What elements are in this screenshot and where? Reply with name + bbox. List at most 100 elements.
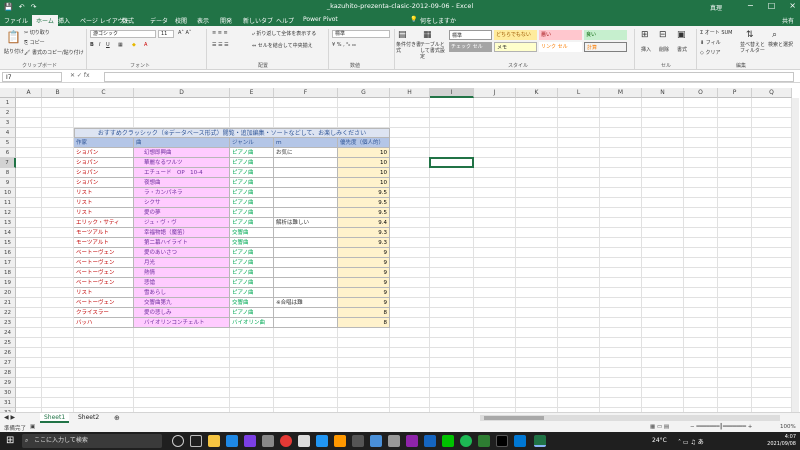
cell-genre[interactable]: 交響曲 — [230, 238, 274, 248]
ribbon-tab[interactable]: 数式 — [122, 16, 134, 25]
row-header[interactable]: 1 — [0, 98, 16, 108]
underline-button[interactable]: U — [106, 42, 110, 48]
cell-piece[interactable]: 幸福物語（魔笛） — [134, 228, 230, 238]
cell-composer[interactable]: クライスラー — [74, 308, 134, 318]
cell-memo[interactable] — [274, 208, 338, 218]
row-header[interactable]: 4 — [0, 128, 16, 138]
style-bad[interactable]: 悪い — [539, 30, 582, 40]
copy-button[interactable]: ⎘ コピー — [24, 39, 45, 46]
cell-piece[interactable]: 悲愴 — [134, 278, 230, 288]
cell-genre[interactable]: ピアノ曲 — [230, 288, 274, 298]
delete-cells-icon[interactable]: ⊟ — [659, 30, 667, 40]
fill-color-icon[interactable]: ◆ — [132, 42, 136, 48]
insert-cells-icon[interactable]: ⊞ — [641, 30, 649, 40]
view-buttons[interactable]: ▦ ▭ ▤ — [650, 424, 669, 430]
cell-genre[interactable]: ピアノ曲 — [230, 188, 274, 198]
cell-priority[interactable]: 9.3 — [338, 228, 390, 238]
paste-icon[interactable]: 📋 — [6, 30, 21, 44]
minimize-icon[interactable]: − — [747, 1, 754, 10]
cell-composer[interactable]: リスト — [74, 198, 134, 208]
row-header[interactable]: 10 — [0, 188, 16, 198]
cell-genre[interactable]: 交響曲 — [230, 298, 274, 308]
column-header[interactable]: G — [338, 88, 390, 98]
sheet-nav-arrows[interactable]: ◀ ▶ — [4, 414, 15, 421]
ribbon-tab[interactable]: 表示 — [197, 16, 209, 25]
spotify-icon[interactable] — [460, 435, 472, 447]
cell-piece[interactable]: 熱情 — [134, 268, 230, 278]
cell-priority[interactable]: 9 — [338, 248, 390, 258]
cell-piece[interactable]: 愛の悲しみ — [134, 308, 230, 318]
cell-piece[interactable]: 愛の夢 — [134, 208, 230, 218]
find-select-button[interactable]: 検索と選択 — [768, 42, 794, 48]
macro-record-icon[interactable]: ▣ — [30, 424, 35, 430]
cell-composer[interactable]: ベートーヴェン — [74, 298, 134, 308]
cell-piece[interactable]: 華麗なるワルツ — [134, 158, 230, 168]
app-icon[interactable] — [424, 435, 436, 447]
cell-composer[interactable]: モーツアルト — [74, 238, 134, 248]
zoom-app-icon[interactable] — [316, 435, 328, 447]
tell-me-search[interactable]: 何をしますか — [420, 16, 456, 25]
italic-button[interactable]: I — [99, 42, 100, 48]
ribbon-tab[interactable]: 新しいタブ — [243, 16, 273, 25]
column-header[interactable]: N — [642, 88, 684, 98]
cell-memo[interactable] — [274, 188, 338, 198]
row-header[interactable]: 25 — [0, 338, 16, 348]
row-header[interactable]: 18 — [0, 268, 16, 278]
style-normal[interactable]: 標準 — [449, 30, 492, 40]
cell-memo[interactable]: お気に — [274, 148, 338, 158]
fx-icon[interactable]: ✕ ✓ fx — [70, 72, 90, 79]
cell-priority[interactable]: 8 — [338, 318, 390, 328]
cell-memo[interactable]: ※合唱は難 — [274, 298, 338, 308]
row-header[interactable]: 6 — [0, 148, 16, 158]
cell-memo[interactable] — [274, 278, 338, 288]
row-header[interactable]: 27 — [0, 358, 16, 368]
column-header[interactable]: A — [16, 88, 42, 98]
number-format-select[interactable]: 標準 — [332, 30, 390, 38]
ribbon-tab[interactable]: 挿入 — [58, 16, 70, 25]
cell-priority[interactable]: 10 — [338, 148, 390, 158]
cell-priority[interactable]: 9.5 — [338, 198, 390, 208]
cell-composer[interactable]: ショパン — [74, 158, 134, 168]
cell-piece[interactable]: ジュ・ヴ・ヴ — [134, 218, 230, 228]
find-select-icon[interactable]: ⌕ — [772, 30, 777, 40]
chrome-icon[interactable] — [280, 435, 292, 447]
border-icon[interactable]: ▦ — [118, 42, 123, 48]
vertical-scrollbar[interactable] — [792, 98, 799, 412]
windows-start-icon[interactable]: ⊞ — [6, 435, 14, 446]
cell-composer[interactable]: リスト — [74, 208, 134, 218]
cell-memo[interactable] — [274, 228, 338, 238]
cell-priority[interactable]: 10 — [338, 168, 390, 178]
column-header[interactable]: D — [134, 88, 230, 98]
font-name-select[interactable]: 游ゴシック — [90, 30, 156, 38]
app-icon[interactable] — [406, 435, 418, 447]
cell-priority[interactable]: 9 — [338, 298, 390, 308]
row-header[interactable]: 16 — [0, 248, 16, 258]
ribbon-tab[interactable]: Power Pivot — [303, 16, 338, 23]
cell-priority[interactable]: 10 — [338, 178, 390, 188]
cell-piece[interactable]: バイオリンコンチェルト — [134, 318, 230, 328]
column-header[interactable]: F — [274, 88, 338, 98]
cell-piece[interactable]: エチュード OP 10-4 — [134, 168, 230, 178]
cell-memo[interactable] — [274, 268, 338, 278]
ribbon-tab[interactable]: 開発 — [220, 16, 232, 25]
ribbon-tab[interactable]: ヘルプ — [276, 16, 294, 25]
cell-composer[interactable]: モーツアルト — [74, 228, 134, 238]
add-sheet-icon[interactable]: ⊕ — [114, 414, 120, 422]
number-format-icons[interactable]: ¥ % , ⁰₀ ₀₀ — [332, 42, 356, 48]
format-cells-icon[interactable]: ▣ — [677, 30, 686, 40]
wrap-text-button[interactable]: ⤶ 折り返して全体を表示する — [252, 30, 316, 37]
cell-composer[interactable]: ショパン — [74, 168, 134, 178]
column-header[interactable]: E — [230, 88, 274, 98]
cell-priority[interactable]: 8 — [338, 308, 390, 318]
row-header[interactable]: 30 — [0, 388, 16, 398]
cell-genre[interactable]: バイオリン曲 — [230, 318, 274, 328]
app-icon[interactable] — [352, 435, 364, 447]
cell-piece[interactable]: 月光 — [134, 258, 230, 268]
row-header[interactable]: 28 — [0, 368, 16, 378]
cell-priority[interactable]: 9 — [338, 258, 390, 268]
maximize-icon[interactable]: □ — [768, 1, 776, 10]
row-header[interactable]: 24 — [0, 328, 16, 338]
column-header[interactable]: O — [684, 88, 718, 98]
style-linked-cell[interactable]: リンク セル — [539, 42, 582, 52]
app-icon[interactable] — [478, 435, 490, 447]
